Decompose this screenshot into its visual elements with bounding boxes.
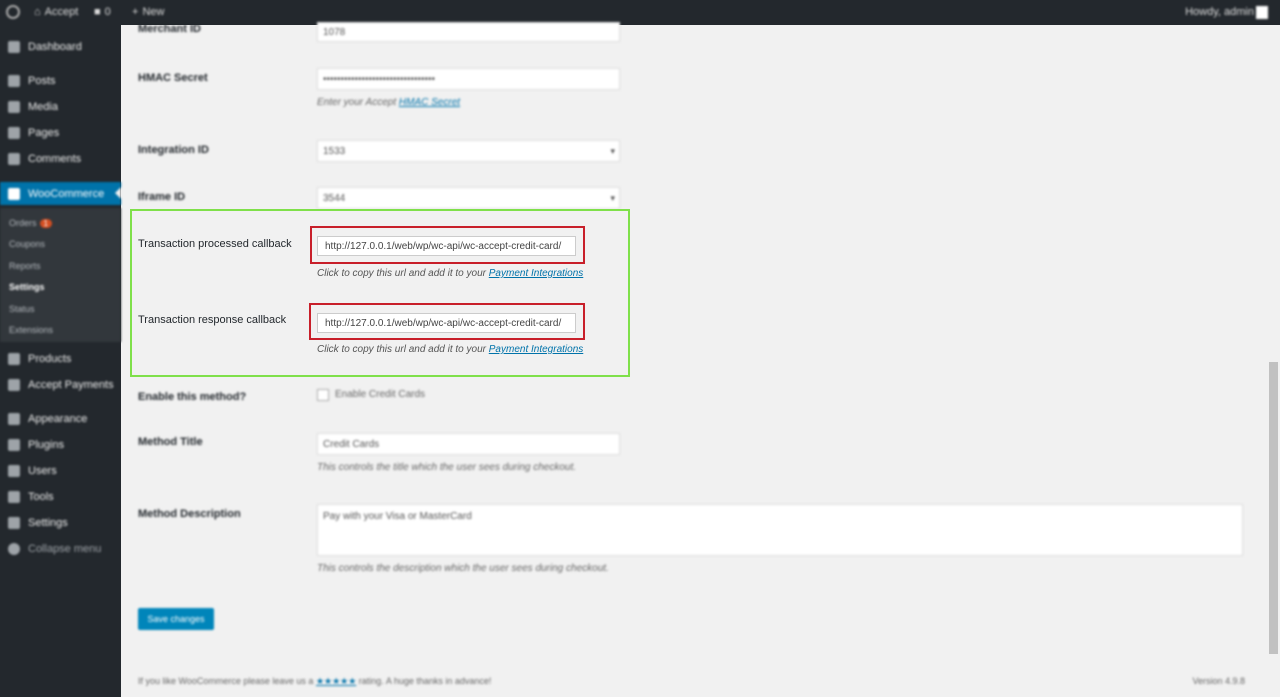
settings-icon xyxy=(8,517,20,529)
method-description-textarea[interactable]: Pay with your Visa or MasterCard xyxy=(317,504,1243,556)
site-name-label: Accept xyxy=(44,6,79,18)
sidebar-item-label: Comments xyxy=(28,153,82,165)
submenu-item-status[interactable]: Status xyxy=(9,304,35,314)
merchant-id-label: Merchant ID xyxy=(138,23,201,35)
merchant-id-input[interactable]: 1078 xyxy=(317,22,620,42)
plus-icon: + xyxy=(132,6,139,18)
submenu-item-settings[interactable]: Settings xyxy=(9,282,45,292)
sidebar-item-users[interactable]: Users xyxy=(0,460,121,482)
sidebar-item-label: Accept Payments xyxy=(28,379,114,391)
processed-callback-label: Transaction processed callback xyxy=(138,238,292,250)
integration-id-select[interactable]: 1533 xyxy=(317,140,620,162)
method-description-description: This controls the description which the … xyxy=(317,563,609,574)
wordpress-logo-icon[interactable] xyxy=(6,5,20,19)
integration-id-label: Integration ID xyxy=(138,144,209,156)
orders-count-badge: 1 xyxy=(39,219,52,228)
sidebar-item-plugins[interactable]: Plugins xyxy=(0,434,121,456)
plug-icon xyxy=(8,439,20,451)
howdy-account-link[interactable]: Howdy, admin xyxy=(1185,6,1254,18)
site-name-link[interactable]: ⌂ Accept xyxy=(34,6,78,18)
method-description-label: Method Description xyxy=(138,508,241,520)
footer-rating-text: If you like WooCommerce please leave us … xyxy=(138,676,492,686)
iframe-id-label: Iframe ID xyxy=(138,191,186,203)
pin-icon xyxy=(8,75,20,87)
submenu-item-coupons[interactable]: Coupons xyxy=(9,239,45,249)
sidebar-item-accept-payments[interactable]: Accept Payments xyxy=(0,374,121,396)
response-callback-url-input[interactable]: http://127.0.0.1/web/wp/wc-api/wc-accept… xyxy=(317,313,576,333)
comment-bubble-icon: ■ xyxy=(94,6,101,18)
hmac-secret-label: HMAC Secret xyxy=(138,72,208,84)
method-title-label: Method Title xyxy=(138,436,203,448)
sidebar-item-collapse-menu[interactable]: Collapse menu xyxy=(0,538,121,560)
sidebar-item-label: Posts xyxy=(28,75,56,87)
sidebar-item-appearance[interactable]: Appearance xyxy=(0,408,121,430)
sidebar-item-label: Collapse menu xyxy=(28,543,102,555)
admin-bar: ⌂ Accept ■ 0 + New Howdy, admin xyxy=(0,0,1280,25)
comments-link[interactable]: ■ 0 xyxy=(94,6,111,18)
method-title-input[interactable]: Credit Cards xyxy=(317,433,620,455)
user-icon xyxy=(8,465,20,477)
sidebar-item-label: Tools xyxy=(28,491,54,503)
sidebar-item-posts[interactable]: Posts xyxy=(0,70,121,92)
sidebar-item-label: Plugins xyxy=(28,439,65,451)
save-changes-button[interactable]: Save changes xyxy=(138,608,214,630)
woo-icon xyxy=(8,187,20,200)
payment-integrations-link[interactable]: Payment Integrations xyxy=(489,344,584,355)
sidebar-item-dashboard[interactable]: Dashboard xyxy=(0,36,121,58)
sidebar-item-label: WooCommerce xyxy=(28,187,105,200)
sidebar-item-label: Dashboard xyxy=(28,41,82,53)
response-callback-label: Transaction response callback xyxy=(138,314,287,326)
collapse-icon xyxy=(8,543,20,555)
processed-callback-url-input[interactable]: http://127.0.0.1/web/wp/wc-api/wc-accept… xyxy=(317,236,576,256)
sidebar-item-comments[interactable]: Comments xyxy=(0,148,121,170)
sidebar-item-products[interactable]: Products xyxy=(0,348,121,370)
sidebar-item-settings[interactable]: Settings xyxy=(0,512,121,534)
admin-sidebar: Dashboard Posts Media Pages Comments Woo… xyxy=(0,25,121,697)
sidebar-item-label: Products xyxy=(28,353,72,365)
wrench-icon xyxy=(8,491,20,503)
sidebar-item-media[interactable]: Media xyxy=(0,96,121,118)
comments-count: 0 xyxy=(104,6,111,18)
enable-credit-cards-label: Enable Credit Cards xyxy=(335,389,426,400)
sidebar-item-pages[interactable]: Pages xyxy=(0,122,121,144)
submenu-item-orders[interactable]: Orders 1 xyxy=(9,218,52,228)
sidebar-item-label: Users xyxy=(28,465,57,477)
enable-method-label: Enable this method? xyxy=(138,391,247,403)
sidebar-item-tools[interactable]: Tools xyxy=(0,486,121,508)
sidebar-item-label: Settings xyxy=(28,517,68,529)
hmac-secret-input[interactable]: •••••••••••••••••••••••••••••••• xyxy=(317,68,620,90)
payment-integrations-link[interactable]: Payment Integrations xyxy=(489,268,584,279)
new-label: New xyxy=(142,6,165,18)
new-content-link[interactable]: + New xyxy=(132,6,164,18)
howdy-label: Howdy, admin xyxy=(1185,6,1254,18)
settings-form: Merchant ID 1078 HMAC Secret •••••••••••… xyxy=(121,22,1280,697)
response-callback-description: Click to copy this url and add it to you… xyxy=(317,344,584,355)
processed-callback-description: Click to copy this url and add it to you… xyxy=(317,268,584,279)
comment-icon xyxy=(8,153,20,165)
method-title-description: This controls the title which the user s… xyxy=(317,462,577,473)
woocommerce-submenu: Orders 1 Coupons Reports Settings Status … xyxy=(0,208,121,342)
products-icon xyxy=(8,353,20,365)
iframe-id-select[interactable]: 3544 xyxy=(317,187,620,209)
sidebar-item-label: Media xyxy=(28,101,58,113)
footer-version: Version 4.9.8 xyxy=(1192,676,1245,686)
hmac-secret-description: Enter your Accept HMAC Secret xyxy=(317,97,461,108)
enable-credit-cards-checkbox[interactable] xyxy=(317,389,329,401)
submenu-item-reports[interactable]: Reports xyxy=(9,261,41,271)
sidebar-item-label: Appearance xyxy=(28,413,88,425)
avatar[interactable] xyxy=(1256,6,1268,19)
brush-icon xyxy=(8,413,20,425)
dashboard-icon xyxy=(8,41,20,53)
submenu-item-extensions[interactable]: Extensions xyxy=(9,325,53,335)
sidebar-item-woocommerce[interactable]: WooCommerce xyxy=(0,182,121,205)
home-icon: ⌂ xyxy=(34,6,41,18)
media-icon xyxy=(8,101,20,113)
rating-stars-link[interactable]: ★★★★★ xyxy=(316,676,356,686)
sidebar-item-label: Pages xyxy=(28,127,60,139)
pages-icon xyxy=(8,127,20,139)
gear-icon xyxy=(8,379,20,391)
hmac-secret-link[interactable]: HMAC Secret xyxy=(399,97,460,108)
page-scrollbar[interactable] xyxy=(1269,362,1278,654)
